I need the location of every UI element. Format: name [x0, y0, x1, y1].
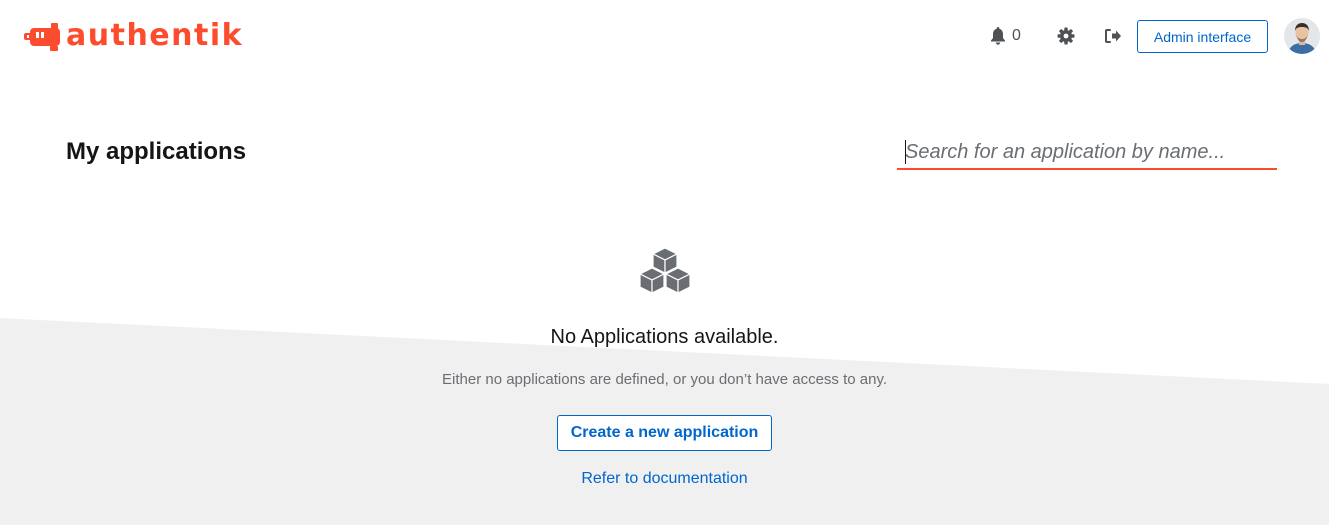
logout-button[interactable]: [1102, 24, 1124, 48]
cubes-icon: [638, 247, 691, 294]
notifications-button[interactable]: 0: [990, 24, 1021, 48]
application-search: [897, 136, 1277, 170]
user-avatar[interactable]: [1284, 18, 1320, 54]
gear-icon: [1057, 27, 1075, 45]
search-input[interactable]: [897, 136, 1277, 170]
sign-out-icon: [1105, 29, 1121, 43]
empty-state-title: No Applications available.: [550, 326, 779, 348]
top-bar: authentik 0 Admin interface: [0, 0, 1329, 72]
page-title: My applications: [66, 138, 247, 165]
settings-button[interactable]: [1055, 24, 1077, 48]
admin-interface-button[interactable]: Admin interface: [1137, 20, 1268, 53]
documentation-link[interactable]: Refer to documentation: [581, 470, 747, 488]
avatar-image: [1284, 18, 1320, 54]
text-cursor: [905, 140, 906, 164]
empty-state-body: Either no applications are defined, or y…: [442, 371, 887, 388]
brand-name: authentik: [66, 18, 244, 53]
notifications-count: 0: [1012, 27, 1021, 44]
bell-icon: [991, 27, 1005, 45]
empty-state: No Applications available. Either no app…: [0, 246, 1329, 488]
create-application-button[interactable]: Create a new application: [557, 415, 772, 451]
authentik-logo-icon: [24, 23, 60, 51]
brand-logo[interactable]: authentik: [24, 20, 243, 52]
